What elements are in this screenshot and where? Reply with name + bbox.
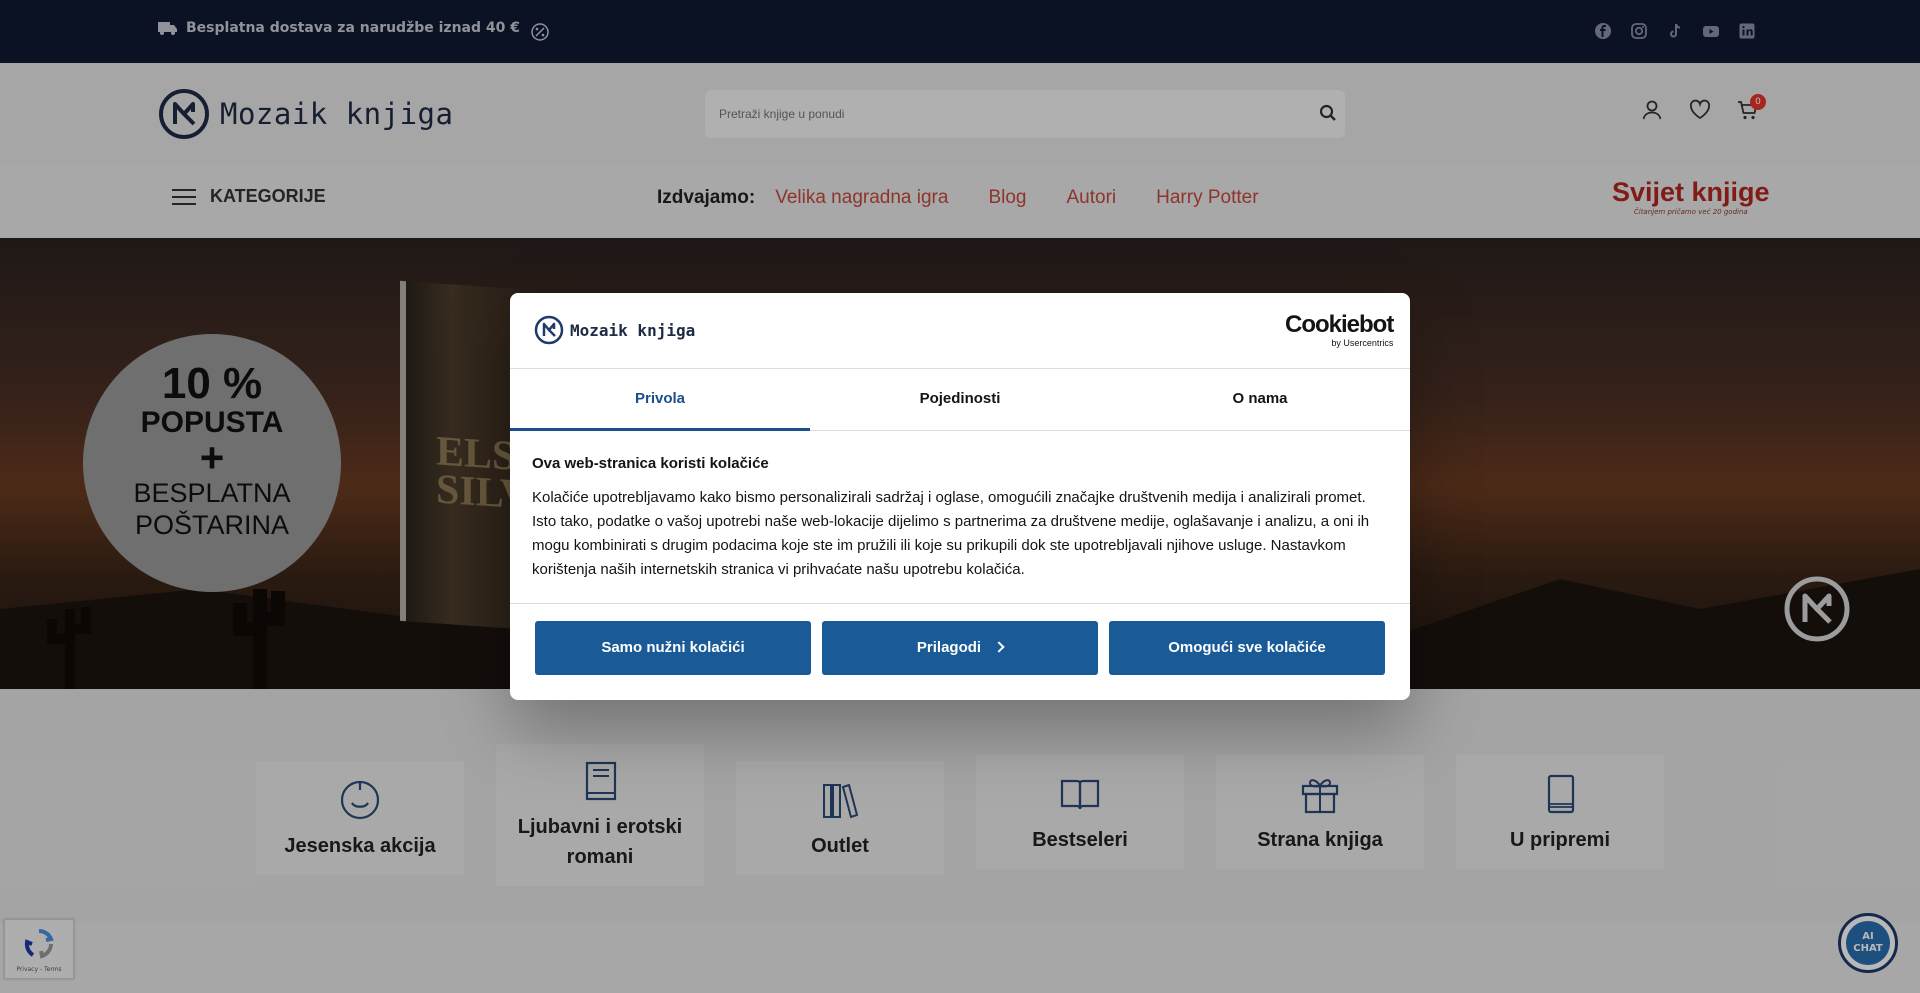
allow-all-label: Omogući sve kolačiće [1168,639,1326,656]
cookiebot-logo[interactable]: Cookiebot by Usercentrics [1285,311,1394,349]
customize-button[interactable]: Prilagodi [822,621,1098,675]
dialog-tabs: Privola Pojedinosti O nama [510,369,1410,431]
mozaik-logo-icon [534,315,564,345]
allow-all-cookies-button[interactable]: Omogući sve kolačiće [1109,621,1385,675]
dialog-header: Mozaik knjiga Cookiebot by Usercentrics [510,293,1410,369]
dialog-logo: Mozaik knjiga [534,315,695,345]
dialog-footer: Samo nužni kolačići Prilagodi Omogući sv… [510,603,1410,700]
customize-label: Prilagodi [916,639,982,656]
tab-pojedinosti[interactable]: Pojedinosti [810,369,1110,430]
tab-privola[interactable]: Privola [510,369,810,431]
cookie-consent-dialog: Mozaik knjiga Cookiebot by Usercentrics … [510,293,1410,700]
dialog-logo-text: Mozaik knjiga [570,320,696,340]
cookiebot-brand: Cookiebot [1285,311,1394,338]
dialog-body: Ova web-stranica koristi kolačiće Kolači… [532,455,1390,582]
necessary-cookies-button[interactable]: Samo nužni kolačići [535,621,811,675]
dialog-heading: Ova web-stranica koristi kolačiće [532,455,769,472]
necessary-cookies-label: Samo nužni kolačići [601,639,745,656]
cookiebot-brand-sub: by Usercentrics [1331,338,1394,348]
dialog-text: Kolačiće upotrebljavamo kako bismo perso… [532,489,1370,578]
chevron-right-icon [993,641,1005,653]
tab-o-nama[interactable]: O nama [1110,369,1410,430]
